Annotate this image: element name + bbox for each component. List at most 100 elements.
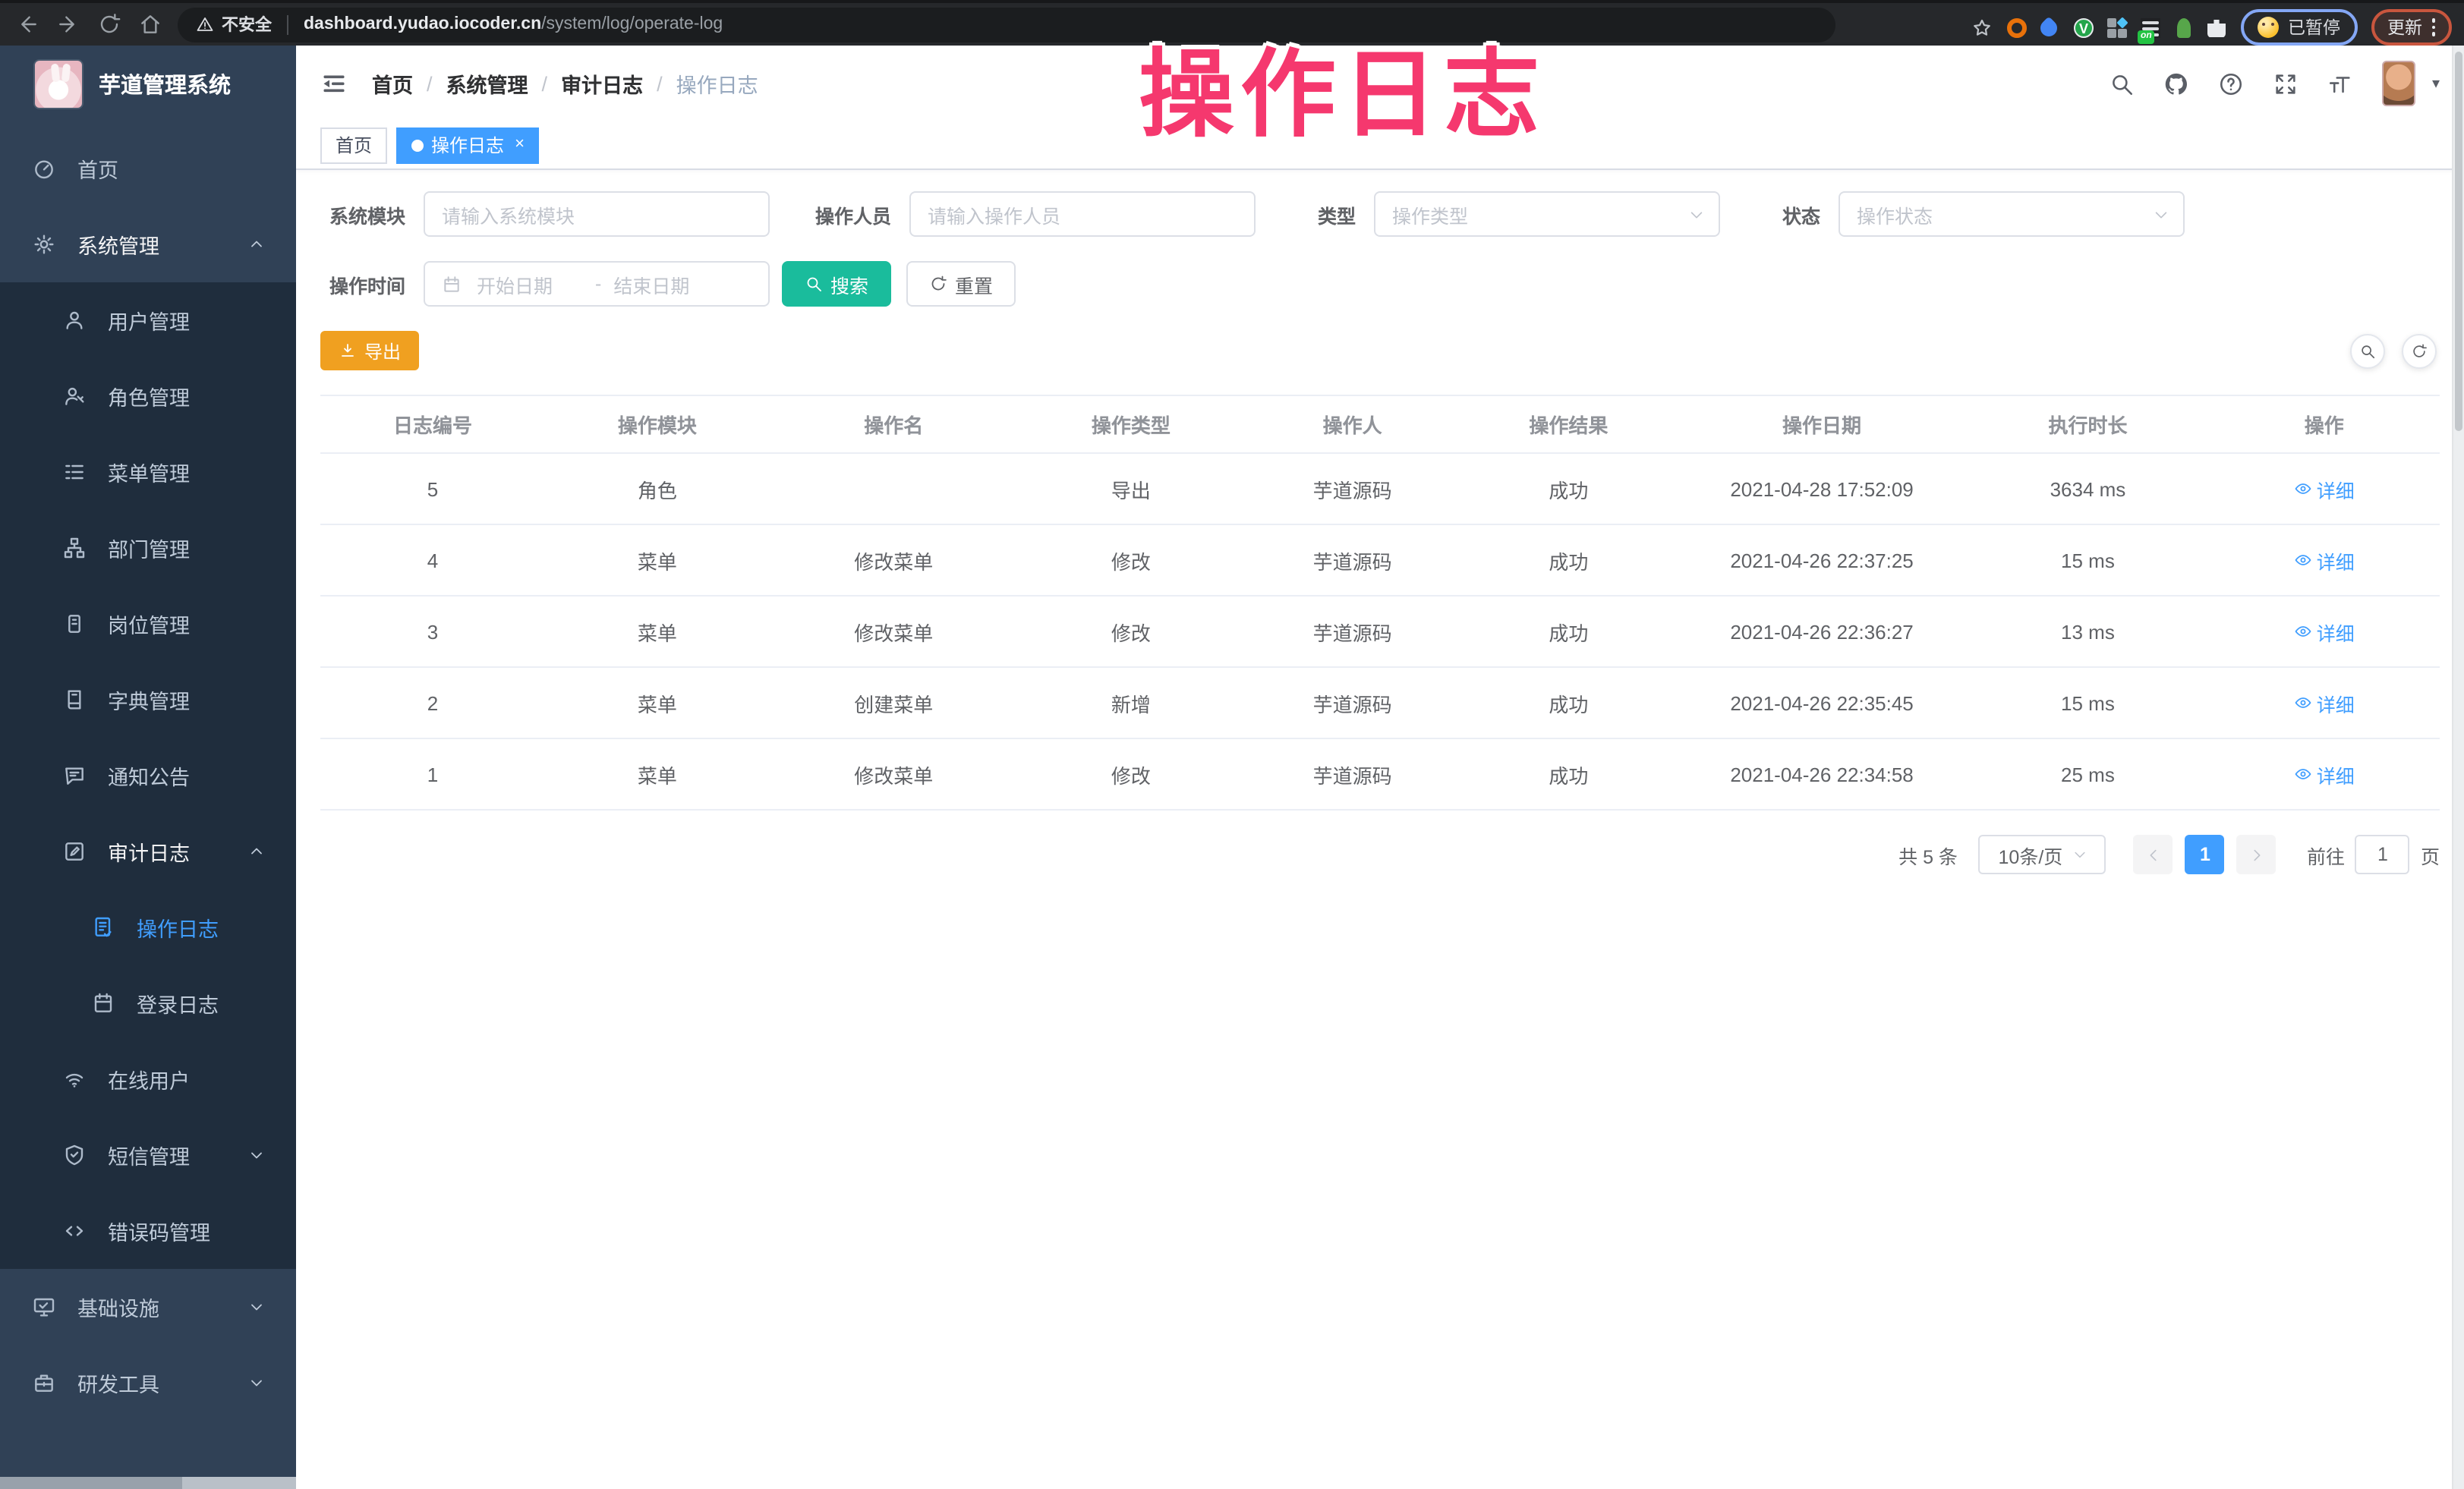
module-input[interactable]: 请输入系统模块 [424,191,770,237]
current-page-button[interactable]: 1 [2185,835,2225,874]
chevron-down-icon [247,1298,266,1316]
detail-link[interactable]: 详细 [2294,760,2355,789]
eye-icon [2294,694,2312,712]
github-icon[interactable] [2163,71,2189,96]
column-header: 操作 [2209,395,2440,453]
date-range-picker[interactable]: 开始日期 - 结束日期 [424,261,770,307]
cell-type: 修改 [1018,596,1245,667]
browser-back-icon[interactable] [15,12,39,36]
sidebar-item-login-log[interactable]: 登录日志 [0,965,296,1041]
sidebar-item-online-user[interactable]: 在线用户 [0,1041,296,1117]
sidebar-item-notice[interactable]: 通知公告 [0,738,296,814]
tab-tag-active[interactable]: 操作日志× [396,127,540,163]
page-size-select[interactable]: 10条/页 [1979,835,2106,874]
search-button[interactable]: 搜索 [782,261,891,307]
dict-icon [62,688,87,712]
operator-input[interactable]: 请输入操作人员 [909,191,1256,237]
extension-icon[interactable] [2107,17,2127,37]
sidebar-item-operate-log[interactable]: 操作日志 [0,889,296,965]
sidebar-toggle-icon[interactable] [320,70,348,97]
goto-page-input[interactable]: 1 [2355,835,2410,874]
sidebar-item-dev-tools[interactable]: 研发工具 [0,1345,296,1421]
cell-action: 详细 [2209,524,2440,596]
extension-icon[interactable] [2007,17,2027,37]
detail-link[interactable]: 详细 [2294,688,2355,717]
type-select[interactable]: 操作类型 [1374,191,1720,237]
sidebar-item-label: 审计日志 [108,836,190,867]
fullscreen-icon[interactable] [2273,71,2299,96]
detail-link[interactable]: 详细 [2294,546,2355,575]
cell-module: 菜单 [545,667,770,738]
chevron-down-icon[interactable]: ▾ [2432,75,2440,92]
sidebar-item-label: 菜单管理 [108,457,190,487]
browser-home-icon[interactable] [138,12,162,36]
cell-module: 菜单 [545,596,770,667]
breadcrumb-item[interactable]: 首页 [372,68,413,99]
tab-tag-item[interactable]: 首页 [320,127,387,163]
sidebar-item-label: 通知公告 [108,760,190,791]
extension-icon[interactable] [2207,17,2227,37]
sidebar-item-home[interactable]: 首页 [0,131,296,206]
cell-operator: 芋道源码 [1244,667,1460,738]
address-bar[interactable]: 不安全 dashboard.yudao.iocoder.cn/system/lo… [178,7,1835,42]
export-button[interactable]: 导出 [320,331,419,370]
browser-forward-icon[interactable] [56,12,80,36]
cell-result: 成功 [1460,596,1677,667]
close-icon[interactable]: × [515,137,525,153]
sidebar-item-dept[interactable]: 部门管理 [0,510,296,586]
status-select[interactable]: 操作状态 [1839,191,2185,237]
show-search-toggle-button[interactable] [2350,334,2385,369]
dept-icon [62,536,87,560]
sidebar-item-audit[interactable]: 审计日志 [0,814,296,889]
app-logo-row[interactable]: 芋道管理系统 [0,46,296,121]
help-icon[interactable] [2218,71,2244,96]
font-size-icon[interactable] [2327,71,2353,96]
table-row: 5角色导出芋道源码成功2021-04-28 17:52:093634 ms详细 [320,453,2440,524]
reset-button[interactable]: 重置 [906,261,1016,307]
table-header-row: 日志编号操作模块操作名操作类型操作人操作结果操作日期执行时长操作 [320,395,2440,453]
sidebar-item-sms[interactable]: 短信管理 [0,1117,296,1193]
extension-icon[interactable] [2040,17,2060,37]
cell-result: 成功 [1460,667,1677,738]
bookmark-star-icon[interactable] [1971,16,1993,39]
sidebar-item-infra[interactable]: 基础设施 [0,1269,296,1345]
sidebar-item-error-code[interactable]: 错误码管理 [0,1193,296,1269]
page-unit-label: 页 [2421,840,2440,869]
refresh-table-button[interactable] [2402,334,2437,369]
browser-menu-icon[interactable] [2431,19,2435,36]
chrome-update-button[interactable]: 更新 [2371,9,2452,46]
browser-reload-icon[interactable] [97,12,121,36]
breadcrumb-item[interactable]: 审计日志 [561,68,643,99]
cell-name: 修改菜单 [770,524,1018,596]
cell-type: 修改 [1018,524,1245,596]
sidebar-item-dict[interactable]: 字典管理 [0,662,296,738]
refresh-icon [929,275,947,293]
warning-icon [196,15,214,33]
cell-result: 成功 [1460,453,1677,524]
sidebar-item-menu[interactable]: 菜单管理 [0,434,296,510]
sidebar-item-system[interactable]: 系统管理 [0,206,296,282]
detail-link[interactable]: 详细 [2294,474,2355,503]
prev-page-button[interactable] [2134,835,2173,874]
sidebar-item-user[interactable]: 用户管理 [0,282,296,358]
search-icon[interactable] [2109,71,2135,96]
sidebar-item-post[interactable]: 岗位管理 [0,586,296,662]
next-page-button[interactable] [2237,835,2277,874]
detail-link[interactable]: 详细 [2294,617,2355,646]
extension-icon[interactable]: V [2074,17,2094,37]
online-icon [62,1067,87,1091]
extension-icon[interactable] [2174,17,2194,37]
cell-duration: 15 ms [1967,667,2208,738]
breadcrumb-item[interactable]: 系统管理 [446,68,528,99]
cell-name: 修改菜单 [770,596,1018,667]
extension-icon[interactable]: on [2141,17,2160,37]
security-badge[interactable]: 不安全 [196,12,272,36]
sidebar-item-label: 登录日志 [137,988,219,1018]
sidebar-item-role[interactable]: 角色管理 [0,358,296,434]
profile-paused-button[interactable]: 已暂停 [2241,9,2357,46]
avatar[interactable] [2382,61,2415,106]
sidebar-scrollbar[interactable] [0,1477,296,1489]
page-scrollbar[interactable] [2452,46,2464,1489]
breadcrumb: 首页/系统管理/审计日志/操作日志 [372,68,758,99]
cell-result: 成功 [1460,524,1677,596]
